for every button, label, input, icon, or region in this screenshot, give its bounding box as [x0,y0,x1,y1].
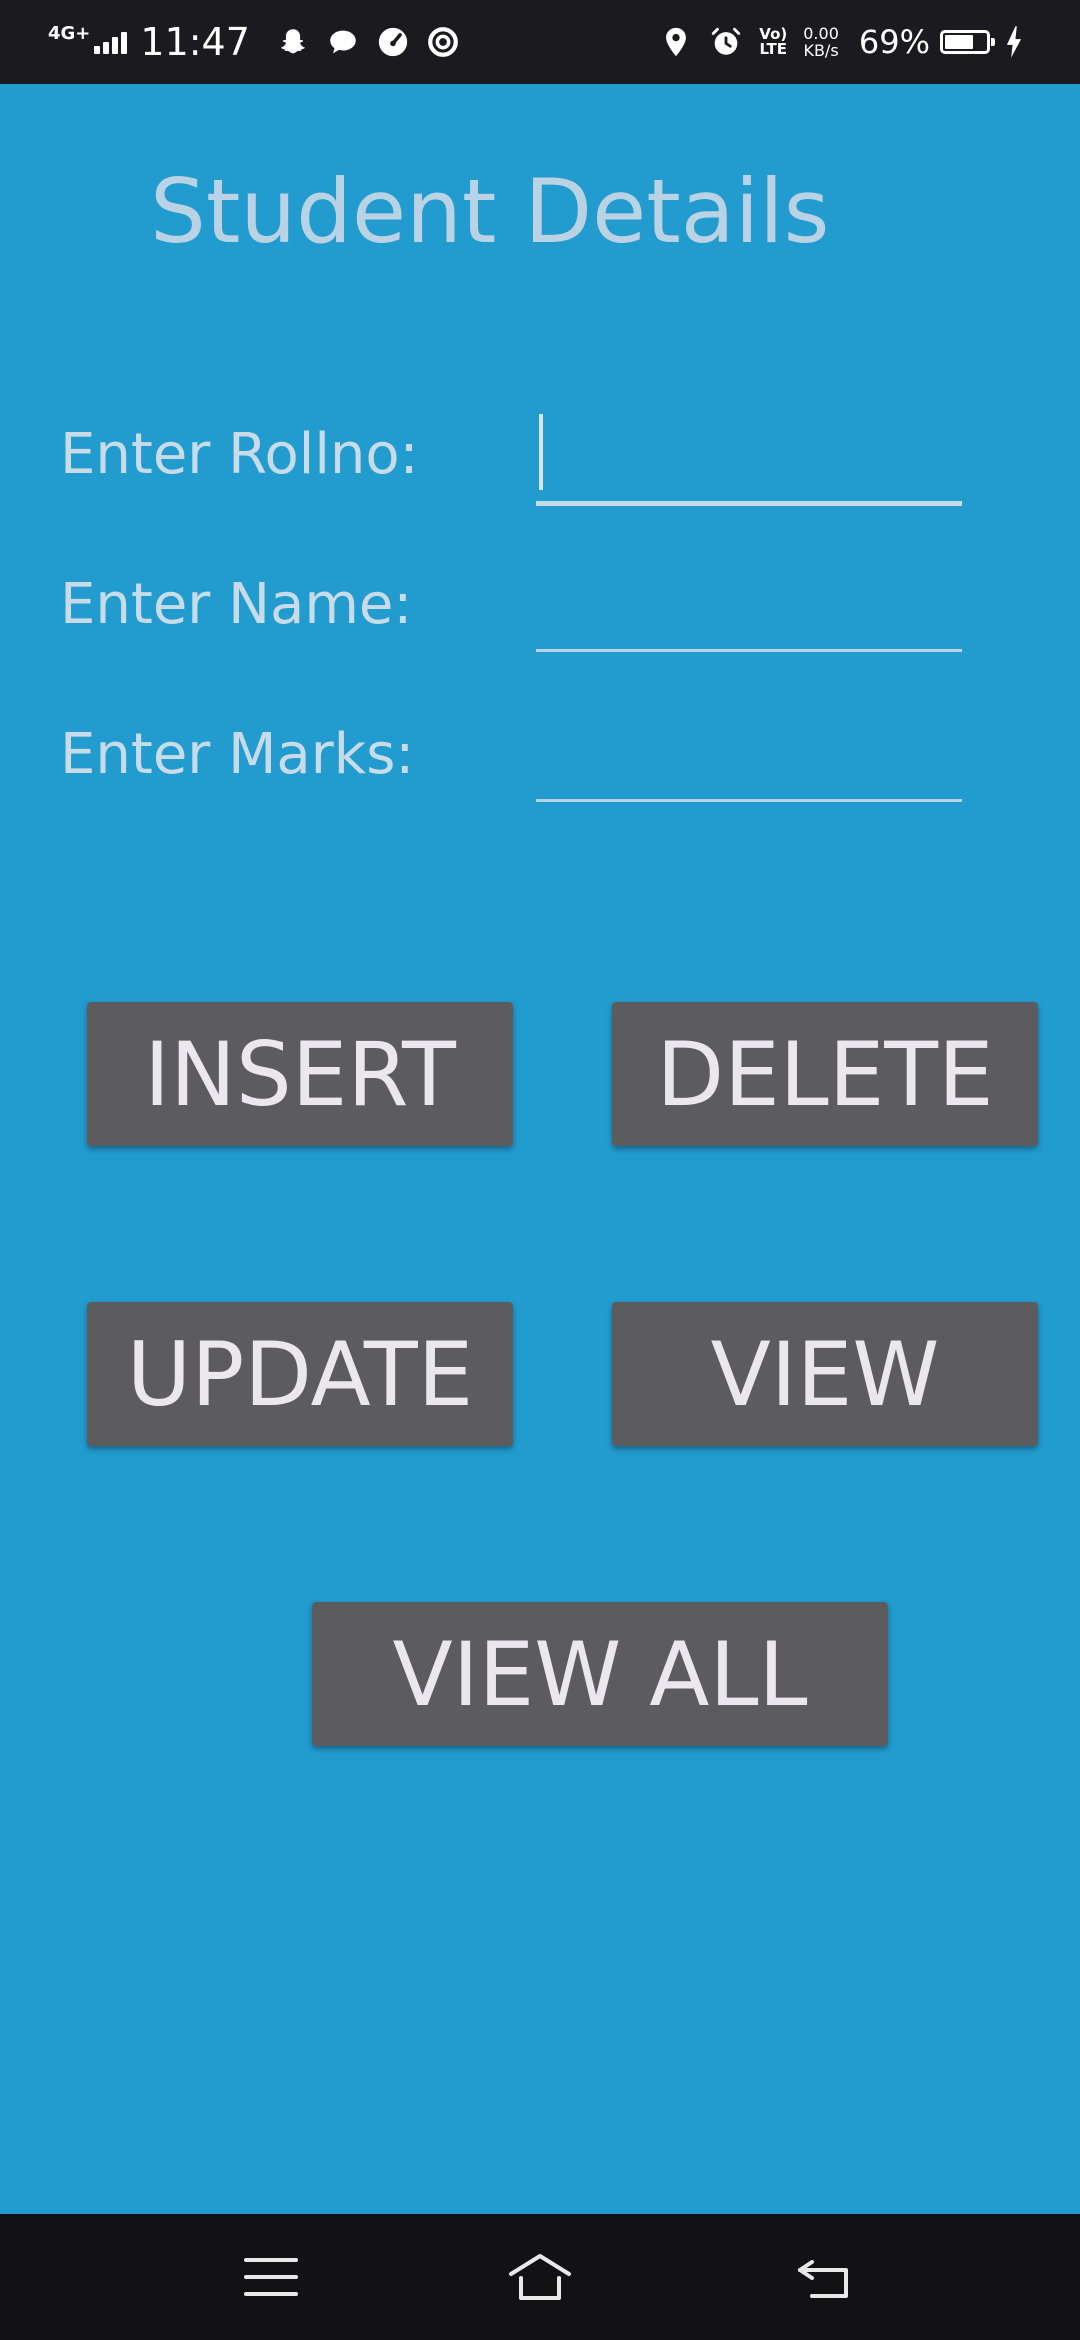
navigation-bar [0,2214,1080,2340]
name-input[interactable] [536,582,962,652]
snapchat-icon [276,25,310,59]
network-type: 4G+ [48,23,91,44]
menu-icon[interactable] [236,2244,306,2310]
charging-icon [1004,25,1024,59]
insert-button[interactable]: INSERT [87,1002,513,1146]
ring-icon [426,25,460,59]
name-label: Enter Name: [60,572,413,637]
text-cursor [539,414,543,490]
home-icon[interactable] [505,2244,575,2310]
back-icon[interactable] [790,2244,860,2310]
marks-label: Enter Marks: [60,722,415,787]
alarm-icon [709,25,743,59]
status-bar-right: Vo) LTE 0.00 KB/s 69% [659,0,1024,84]
status-bar: 4G+ 11:47 Vo) LTE 0.00 KB/s 69% [0,0,1080,84]
marks-input[interactable] [536,732,962,802]
delete-button[interactable]: DELETE [612,1002,1038,1146]
status-time: 11:47 [140,20,250,64]
rollno-label: Enter Rollno: [60,422,419,487]
status-bar-left: 4G+ 11:47 [48,0,476,84]
rollno-input[interactable] [536,436,962,506]
update-button[interactable]: UPDATE [87,1302,513,1446]
network-speed: 0.00 KB/s [803,24,839,60]
speedometer-icon [376,25,410,59]
message-icon [326,25,360,59]
battery-fill [945,35,973,49]
battery-icon [940,30,995,54]
location-icon [659,25,693,59]
signal-icon [94,30,130,54]
volte-indicator: Vo) LTE [759,25,788,58]
battery-percent: 69% [858,23,930,61]
page-title: Student Details [150,160,830,263]
view-button[interactable]: VIEW [612,1302,1038,1446]
view-all-button[interactable]: VIEW ALL [312,1602,888,1746]
